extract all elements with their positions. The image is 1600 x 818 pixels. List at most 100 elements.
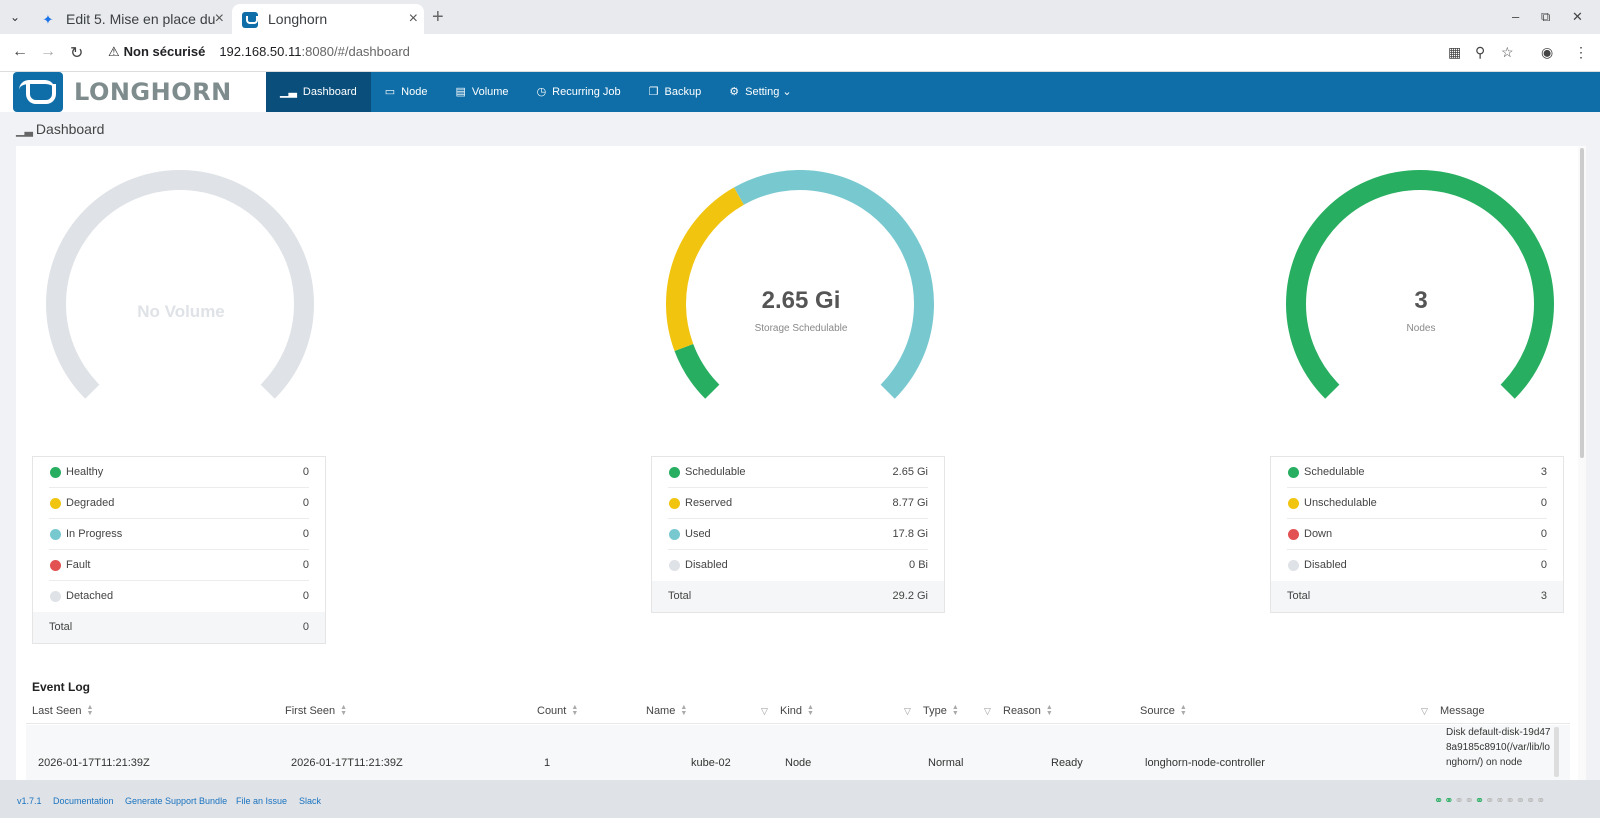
sort-icon: ▲ ▼	[951, 704, 959, 718]
legend-row-in-progress[interactable]: In Progress 0	[49, 519, 309, 550]
nav-recurring-job[interactable]: ◷ Recurring Job	[523, 72, 635, 112]
cell-scrollbar[interactable]	[1554, 727, 1559, 777]
nav-label: Setting	[745, 86, 780, 98]
legend-row-fault[interactable]: Fault 0	[49, 550, 309, 581]
cell-type: Normal	[928, 757, 964, 769]
filter-icon[interactable]: ▽	[904, 706, 911, 717]
url-field[interactable]: ⚠ Non sécurisé 192.168.50.11:8080/#/dashbo…	[108, 44, 410, 60]
legend-row-down[interactable]: Down 0	[1287, 519, 1547, 550]
column-label: Type	[923, 705, 947, 717]
filter-icon[interactable]: ▽	[984, 706, 991, 717]
column-label: Name	[646, 705, 676, 717]
legend-row-schedulable[interactable]: Schedulable 2.65 Gi	[668, 457, 928, 488]
scrollbar-thumb[interactable]	[1580, 148, 1584, 458]
storage-gauge-center: 2.65 Gi Storage Schedulable	[681, 287, 921, 334]
translate-icon[interactable]: ▦	[1448, 44, 1461, 61]
browser-tab-edit[interactable]: ✦ Edit 5. Mise en place du s ×	[30, 4, 230, 34]
legend-total-value: 3	[1540, 590, 1547, 602]
legend-label: Disabled	[1304, 559, 1347, 571]
nav-volume[interactable]: ▤ Volume	[441, 72, 522, 112]
profile-icon[interactable]: ◉	[1541, 44, 1553, 61]
minimize-icon[interactable]: –	[1512, 9, 1519, 24]
history-icon: ◷	[536, 86, 547, 98]
nav-setting[interactable]: ⚙ Setting ⌄	[715, 72, 805, 112]
gauge-empty-arc[interactable]	[46, 170, 314, 399]
col-type[interactable]: Type ▲ ▼	[923, 704, 959, 718]
sort-icon: ▲ ▼	[1179, 704, 1187, 718]
column-label: First Seen	[285, 705, 336, 717]
legend-row-detached[interactable]: Detached 0	[49, 581, 309, 612]
volume-center-text: No Volume	[137, 302, 225, 321]
col-source[interactable]: Source ▲ ▼	[1140, 704, 1187, 718]
col-name[interactable]: Name ▲ ▼	[646, 704, 687, 717]
warning-triangle-icon: ⚠	[108, 44, 120, 59]
legend-row-reserved[interactable]: Reserved 8.77 Gi	[668, 488, 928, 519]
app-header: LONGHORN ▁▃ Dashboard ▭ Node ▤ Volume ◷ Recu…	[0, 72, 1600, 112]
col-last-seen[interactable]: Last Seen ▲ ▼	[32, 704, 93, 717]
window-close-icon[interactable]: ✕	[1572, 9, 1583, 25]
legend-total: Total 29.2 Gi	[652, 581, 944, 612]
table-row[interactable]: 2026-01-17T11:21:39Z 2026-01-17T11:21:39…	[26, 725, 1570, 780]
col-count[interactable]: Count ▲ ▼	[537, 704, 578, 717]
file-issue-link[interactable]: File an Issue	[236, 796, 287, 806]
page-scrollbar[interactable]	[1578, 146, 1586, 780]
legend-label: Degraded	[66, 497, 115, 509]
node-gauge-center: 3 Nodes	[1301, 287, 1541, 334]
version-link[interactable]: v1.7.1	[17, 796, 42, 806]
gauge-segment-schedulable[interactable]	[674, 343, 720, 399]
legend-row-disabled[interactable]: Disabled 0 Bi	[668, 550, 928, 581]
col-first-seen[interactable]: First Seen ▲ ▼	[285, 704, 347, 717]
legend-row-used[interactable]: Used 17.8 Gi	[668, 519, 928, 550]
documentation-link[interactable]: Documentation	[53, 796, 114, 806]
tab-title: Edit 5. Mise en place du s	[66, 11, 220, 27]
restore-icon[interactable]: ⧉	[1541, 9, 1550, 25]
event-log-title: Event Log	[32, 680, 91, 694]
nav-node[interactable]: ▭ Node	[371, 72, 442, 112]
zoom-icon[interactable]: ⚲	[1475, 44, 1485, 61]
bookmark-star-icon[interactable]: ☆	[1501, 44, 1514, 61]
status-dot	[669, 560, 680, 571]
legend-row-unschedulable[interactable]: Unschedulable 0	[1287, 488, 1547, 519]
longhorn-icon	[242, 12, 258, 28]
legend-label: In Progress	[66, 528, 123, 540]
back-arrow-icon[interactable]: ←	[12, 43, 28, 61]
legend-value: 3	[1540, 466, 1547, 478]
logo-text: LONGHORN	[74, 78, 232, 106]
slack-link[interactable]: Slack	[299, 796, 321, 806]
security-status: Non sécurisé	[123, 44, 206, 59]
sort-icon: ▲ ▼	[1045, 704, 1053, 718]
col-kind[interactable]: Kind ▲ ▼	[780, 704, 814, 717]
legend-row-schedulable[interactable]: Schedulable 3	[1287, 457, 1547, 488]
page-title-text: Dashboard	[35, 121, 105, 137]
legend-row-disabled[interactable]: Disabled 0	[1287, 550, 1547, 581]
tab-list-chevron-icon[interactable]: ⌄	[6, 8, 24, 26]
status-dot	[50, 467, 61, 478]
new-tab-plus-icon[interactable]: +	[432, 6, 444, 28]
nav-label: Node	[401, 86, 428, 98]
legend-total: Total 0	[33, 612, 325, 643]
filter-icon[interactable]: ▽	[761, 706, 768, 717]
logo[interactable]: LONGHORN	[0, 72, 266, 112]
filter-icon[interactable]: ▽	[1421, 706, 1428, 717]
legend-row-degraded[interactable]: Degraded 0	[49, 488, 309, 519]
browser-tab-longhorn[interactable]: Longhorn ×	[232, 4, 424, 34]
footer: v1.7.1 Documentation Generate Support Bu…	[0, 780, 1600, 818]
nav-dashboard[interactable]: ▁▃ Dashboard	[266, 72, 371, 112]
reload-icon[interactable]: ↻	[70, 43, 83, 63]
nav-backup[interactable]: ❐ Backup	[635, 72, 716, 112]
close-icon[interactable]: ×	[409, 4, 418, 34]
legend-value: 0	[302, 559, 309, 571]
support-bundle-link[interactable]: Generate Support Bundle	[125, 796, 227, 806]
gauge-segment-used[interactable]	[734, 170, 934, 399]
volume-gauge[interactable]	[40, 170, 320, 410]
column-label: Kind	[780, 705, 803, 717]
close-icon[interactable]: ×	[215, 4, 224, 34]
forward-arrow-icon[interactable]: →	[40, 43, 56, 61]
menu-dots-icon[interactable]: ⋮	[1574, 44, 1588, 61]
legend-total-label: Total	[668, 590, 692, 602]
legend-row-healthy[interactable]: Healthy 0	[49, 457, 309, 488]
gauge-segment-schedulable[interactable]	[1286, 170, 1554, 399]
nav-label: Backup	[664, 86, 702, 98]
col-reason[interactable]: Reason ▲ ▼	[1003, 704, 1053, 718]
node-center-label: Nodes	[1406, 323, 1436, 334]
